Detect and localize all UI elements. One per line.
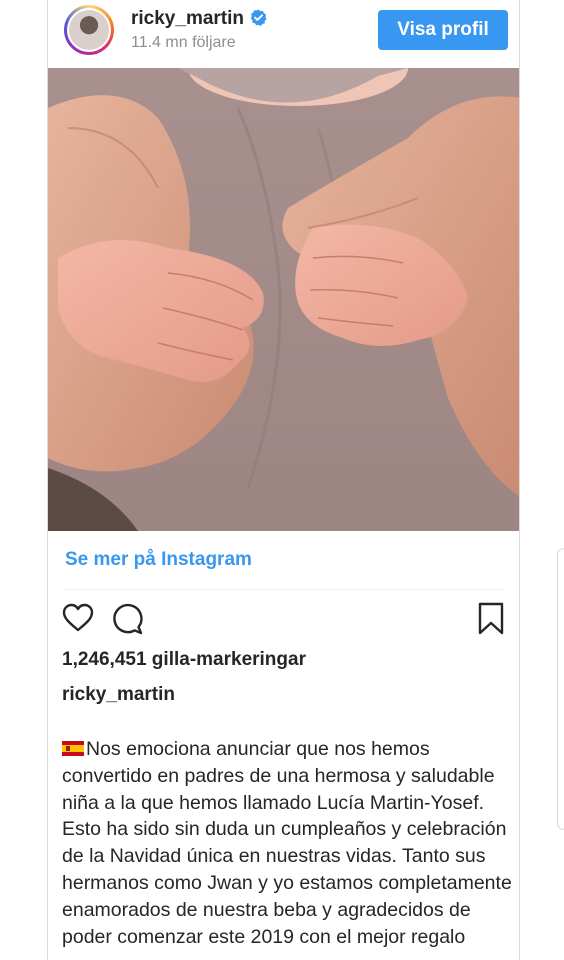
heart-icon[interactable] [62, 603, 94, 638]
instagram-embed-card: ricky_martin 11.4 mn följare Visa profil [47, 0, 520, 960]
avatar[interactable] [64, 5, 114, 55]
like-count[interactable]: 1,246,451 gilla-markeringar [62, 649, 306, 671]
username-text: ricky_martin [131, 8, 245, 29]
caption-text: Nos emociona anunciar que nos hemos conv… [62, 738, 512, 948]
comment-bubble-icon[interactable] [111, 603, 143, 640]
caption-username[interactable]: ricky_martin [62, 684, 175, 706]
divider [64, 589, 505, 590]
post-header: ricky_martin 11.4 mn följare Visa profil [48, 0, 519, 68]
see-more-on-instagram-link[interactable]: Se mer på Instagram [65, 549, 252, 571]
verified-badge-icon [250, 9, 267, 26]
view-profile-button[interactable]: Visa profil [378, 10, 508, 50]
follower-count: 11.4 mn följare [131, 34, 236, 51]
avatar-image [67, 8, 111, 52]
post-caption: Nos emociona anunciar que nos hemos conv… [62, 736, 512, 950]
side-panel-edge [557, 548, 564, 830]
username[interactable]: ricky_martin [131, 8, 267, 30]
spain-flag-icon [62, 741, 84, 756]
bookmark-icon[interactable] [478, 602, 504, 641]
post-photo[interactable] [48, 68, 519, 531]
